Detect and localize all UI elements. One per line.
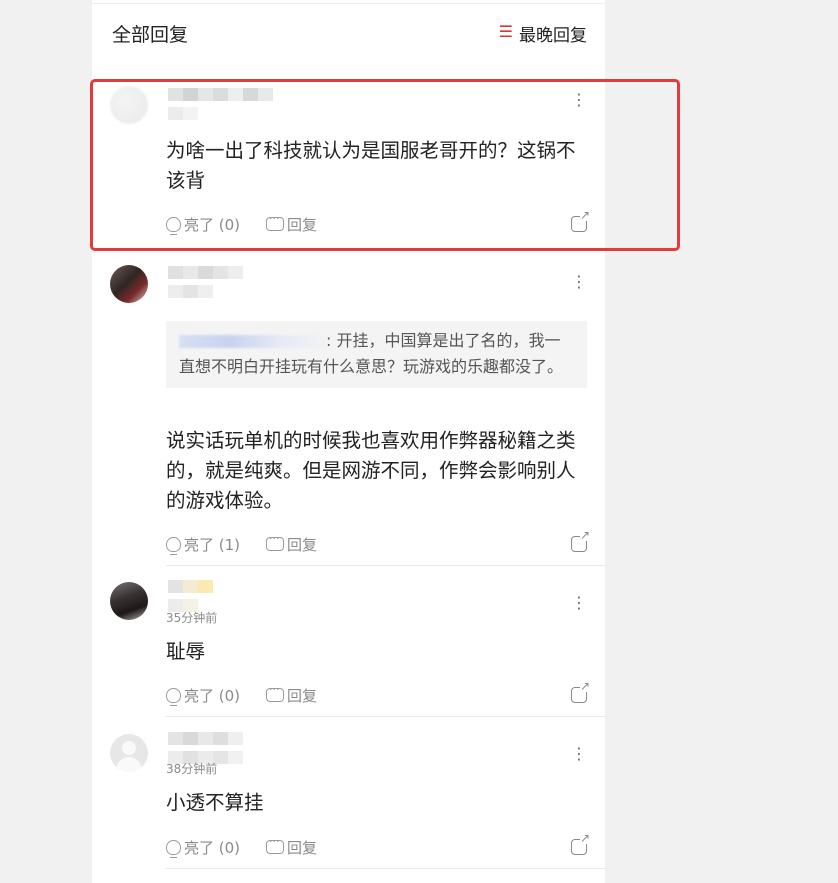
- reply-button[interactable]: 回复: [266, 532, 318, 555]
- reply-actions: 亮了 (0) 回复: [166, 832, 590, 859]
- more-icon[interactable]: ⋮: [571, 274, 587, 290]
- avatar[interactable]: [110, 734, 148, 772]
- bulb-icon: [166, 216, 181, 235]
- sort-icon: ☰: [498, 22, 513, 41]
- reply-content: 耻辱: [166, 640, 206, 663]
- sort-label: 最晚回复: [519, 25, 587, 46]
- reply-content: 小透不算挂: [166, 791, 264, 814]
- reply-item: 38分钟前 ⋮ 小透不算挂 亮了 (0) 回复: [92, 730, 605, 870]
- like-label: 亮了 (0): [184, 686, 241, 705]
- like-label: 亮了 (1): [184, 535, 241, 554]
- reply-time: 35分钟前: [166, 611, 218, 625]
- more-icon[interactable]: ⋮: [571, 92, 587, 108]
- reply-label: 回复: [287, 215, 318, 234]
- comment-icon: [266, 532, 285, 551]
- top-divider: [92, 3, 605, 4]
- bulb-icon: [166, 687, 181, 706]
- avatar[interactable]: [110, 582, 148, 620]
- more-icon[interactable]: ⋮: [571, 746, 587, 762]
- default-avatar-head: [122, 741, 136, 755]
- reply-button[interactable]: 回复: [266, 683, 318, 706]
- comment-icon: [266, 212, 285, 231]
- replies-panel: 全部回复 ☰ 最晚回复 ⋮ 为啥一出了科技就认为是国服老哥开的？这锅不该背 亮了…: [92, 0, 605, 883]
- divider: [166, 868, 605, 869]
- reply-label: 回复: [287, 686, 318, 705]
- reply-button[interactable]: 回复: [266, 212, 318, 235]
- like-button[interactable]: 亮了 (0): [166, 837, 240, 858]
- bulb-icon: [166, 536, 181, 555]
- reply-time: 38分钟前: [166, 762, 218, 776]
- like-label: 亮了 (0): [184, 215, 241, 234]
- reply-actions: 亮了 (0) 回复: [166, 209, 590, 236]
- divider: [166, 716, 605, 717]
- reply-content: 说实话玩单机的时候我也喜欢用作弊器秘籍之类的，就是纯爽。但是网游不同，作弊会影响…: [166, 429, 576, 512]
- bulb-icon: [166, 839, 181, 858]
- share-icon[interactable]: [571, 209, 590, 232]
- comment-icon: [266, 683, 285, 702]
- quoted-username-blurred: [179, 335, 324, 348]
- avatar[interactable]: [110, 265, 148, 303]
- reply-item: 35分钟前 ⋮ 耻辱 亮了 (0) 回复: [92, 578, 605, 716]
- like-label: 亮了 (0): [184, 838, 241, 857]
- quoted-reply[interactable]: : 开挂，中国算是出了名的，我一直想不明白开挂玩有什么意思？玩游戏的乐趣都没了。: [166, 321, 587, 388]
- replies-header: 全部回复 ☰ 最晚回复: [112, 18, 587, 48]
- reply-actions: 亮了 (1) 回复: [166, 529, 590, 556]
- reply-item: ⋮ : 开挂，中国算是出了名的，我一直想不明白开挂玩有什么意思？玩游戏的乐趣都没…: [92, 264, 605, 564]
- reply-button[interactable]: 回复: [266, 835, 318, 858]
- reply-label: 回复: [287, 838, 318, 857]
- sort-button[interactable]: ☰ 最晚回复: [499, 21, 587, 46]
- section-title: 全部回复: [112, 23, 189, 46]
- username-blurred[interactable]: [168, 86, 273, 120]
- reply-content: 为啥一出了科技就认为是国服老哥开的？这锅不该背: [166, 139, 576, 192]
- share-icon[interactable]: [571, 529, 590, 552]
- username-blurred[interactable]: [168, 730, 243, 764]
- default-avatar-body: [116, 757, 142, 772]
- username-blurred[interactable]: [168, 578, 213, 612]
- share-icon[interactable]: [571, 680, 590, 703]
- username-blurred[interactable]: [168, 264, 243, 298]
- reply-label: 回复: [287, 535, 318, 554]
- comment-icon: [266, 835, 285, 854]
- avatar[interactable]: [110, 86, 148, 124]
- reply-item: ⋮ 为啥一出了科技就认为是国服老哥开的？这锅不该背 亮了 (0) 回复: [92, 84, 605, 249]
- reply-actions: 亮了 (0) 回复: [166, 680, 590, 707]
- more-icon[interactable]: ⋮: [571, 595, 587, 611]
- like-button[interactable]: 亮了 (1): [166, 534, 240, 555]
- like-button[interactable]: 亮了 (0): [166, 685, 240, 706]
- like-button[interactable]: 亮了 (0): [166, 214, 240, 235]
- divider: [166, 565, 605, 566]
- share-icon[interactable]: [571, 832, 590, 855]
